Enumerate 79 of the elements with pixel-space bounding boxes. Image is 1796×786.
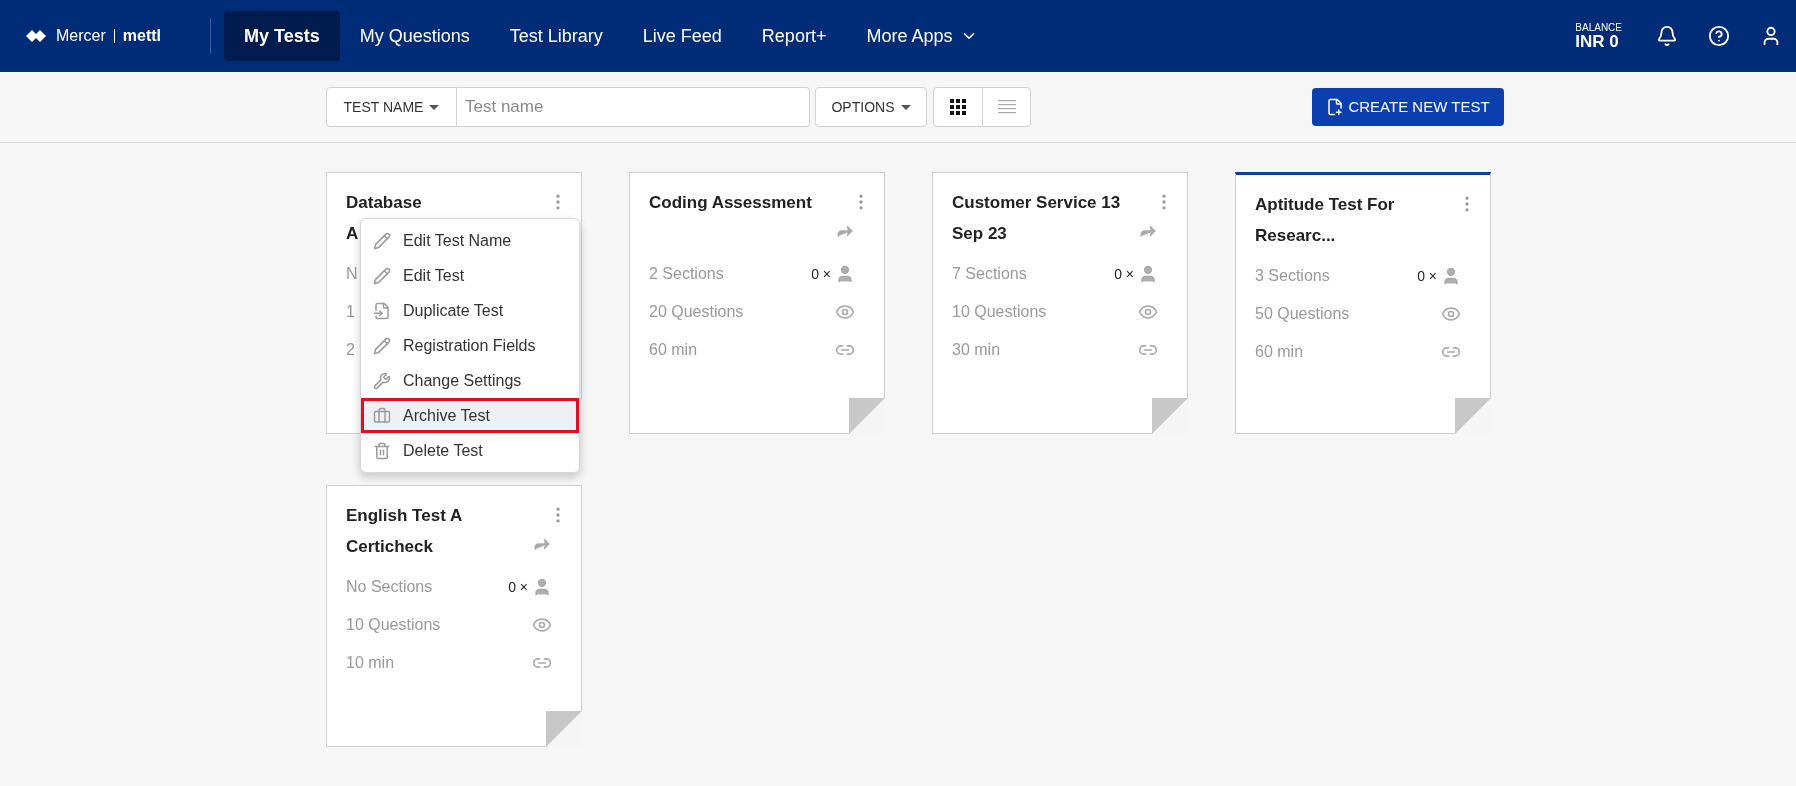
document-plus-icon [1326, 98, 1345, 116]
nav-tab[interactable]: Test Library [489, 11, 623, 61]
pencil-icon [373, 231, 391, 250]
test-title[interactable]: Certicheck [346, 531, 463, 562]
menu-item[interactable]: Delete Test [361, 433, 579, 468]
create-new-test-button[interactable]: CREATE NEW TEST [1312, 88, 1504, 126]
balance-value: INR 0 [1575, 32, 1620, 50]
folded-corner-icon [1152, 398, 1188, 434]
test-stat: 3 Sections [1255, 266, 1330, 286]
test-title[interactable]: English Test A [346, 500, 463, 531]
menu-item[interactable]: Edit Test Name [361, 223, 579, 258]
candidate-count: 0 × [1114, 264, 1134, 284]
test-card[interactable]: Aptitude Test For Researc... 3 Sections 0 × 50 Questions 60 min [1235, 172, 1491, 434]
menu-item[interactable]: Edit Test [361, 258, 579, 293]
test-stat: No Sections [346, 577, 433, 597]
test-stat: 1 [346, 302, 355, 322]
pencil-icon [373, 266, 391, 285]
test-stat: 30 min [952, 340, 1001, 360]
notification-icon[interactable] [1656, 25, 1678, 47]
test-card[interactable]: Coding Assessment 2 Sections 0 × 20 Questions 60 min [629, 172, 885, 434]
test-title[interactable]: Aptitude Test For [1255, 189, 1395, 220]
person-icon [1138, 264, 1158, 284]
filter-dropdown[interactable]: TEST NAME [326, 87, 457, 127]
candidate-count: 0 × [508, 577, 528, 597]
test-stat: 50 Questions [1255, 304, 1350, 324]
test-card[interactable]: Customer Service 13 Sep 23 7 Sections 0 × 10 Questions 30 min [932, 172, 1188, 434]
logo-icon [24, 28, 48, 44]
eye-icon[interactable] [835, 302, 855, 322]
balance-label: BALANCE [1575, 22, 1622, 33]
test-title[interactable]: Researc... [1255, 220, 1395, 251]
nav-tab[interactable]: More Apps [846, 11, 999, 61]
grid-icon [950, 99, 966, 115]
test-stat: 7 Sections [952, 264, 1027, 284]
test-stat: 60 min [1255, 342, 1304, 362]
brand-name: Mercer [56, 26, 106, 46]
test-stat: 60 min [649, 340, 698, 360]
person-icon [532, 577, 552, 597]
nav-tab[interactable]: My Tests [224, 11, 340, 61]
candidate-count: 0 × [811, 264, 831, 284]
test-stat: 10 Questions [346, 615, 441, 635]
test-title[interactable]: Database [346, 187, 422, 218]
test-stat: N [346, 264, 358, 284]
menu-item[interactable]: Duplicate Test [361, 293, 579, 328]
test-title[interactable]: Sep 23 [952, 218, 1121, 249]
nav-tab[interactable]: Live Feed [622, 11, 742, 61]
product-name: mettl [122, 26, 161, 46]
search-field[interactable]: Test name [457, 87, 810, 127]
folded-corner-icon [1455, 398, 1491, 434]
folded-corner-icon [546, 711, 582, 747]
briefcase-icon [373, 406, 391, 425]
nav-tab[interactable]: Report+ [741, 11, 847, 61]
test-stat: 10 Questions [952, 302, 1047, 322]
folded-corner-icon [849, 398, 885, 434]
caret-icon [900, 104, 911, 110]
tools-icon [373, 371, 391, 390]
nav-tab[interactable]: My Questions [339, 11, 490, 61]
person-icon [835, 264, 855, 284]
test-stat: 10 min [346, 653, 395, 673]
test-card[interactable]: English Test A Certicheck No Sections 0 × 10 Questions 10 min [326, 485, 582, 747]
options-dropdown[interactable]: OPTIONS [815, 87, 927, 127]
menu-item[interactable]: Archive Test [361, 398, 579, 433]
person-icon [1441, 266, 1461, 286]
help-icon[interactable] [1708, 25, 1730, 47]
test-title[interactable]: Customer Service 13 [952, 187, 1121, 218]
candidate-count: 0 × [1417, 266, 1437, 286]
menu-item[interactable]: Registration Fields [361, 328, 579, 363]
menu-item[interactable]: Change Settings [361, 363, 579, 398]
eye-icon[interactable] [532, 615, 552, 635]
test-stat: 2 [346, 340, 355, 360]
list-icon [997, 99, 1016, 115]
eye-icon[interactable] [1441, 304, 1461, 324]
test-stat: 20 Questions [649, 302, 744, 322]
caret-icon [429, 104, 440, 110]
eye-icon[interactable] [1138, 302, 1158, 322]
test-title[interactable]: Coding Assessment [649, 187, 812, 218]
document-icon [373, 301, 391, 320]
test-stat: 2 Sections [649, 264, 724, 284]
pencil-icon [373, 336, 391, 355]
trash-icon [373, 441, 391, 460]
